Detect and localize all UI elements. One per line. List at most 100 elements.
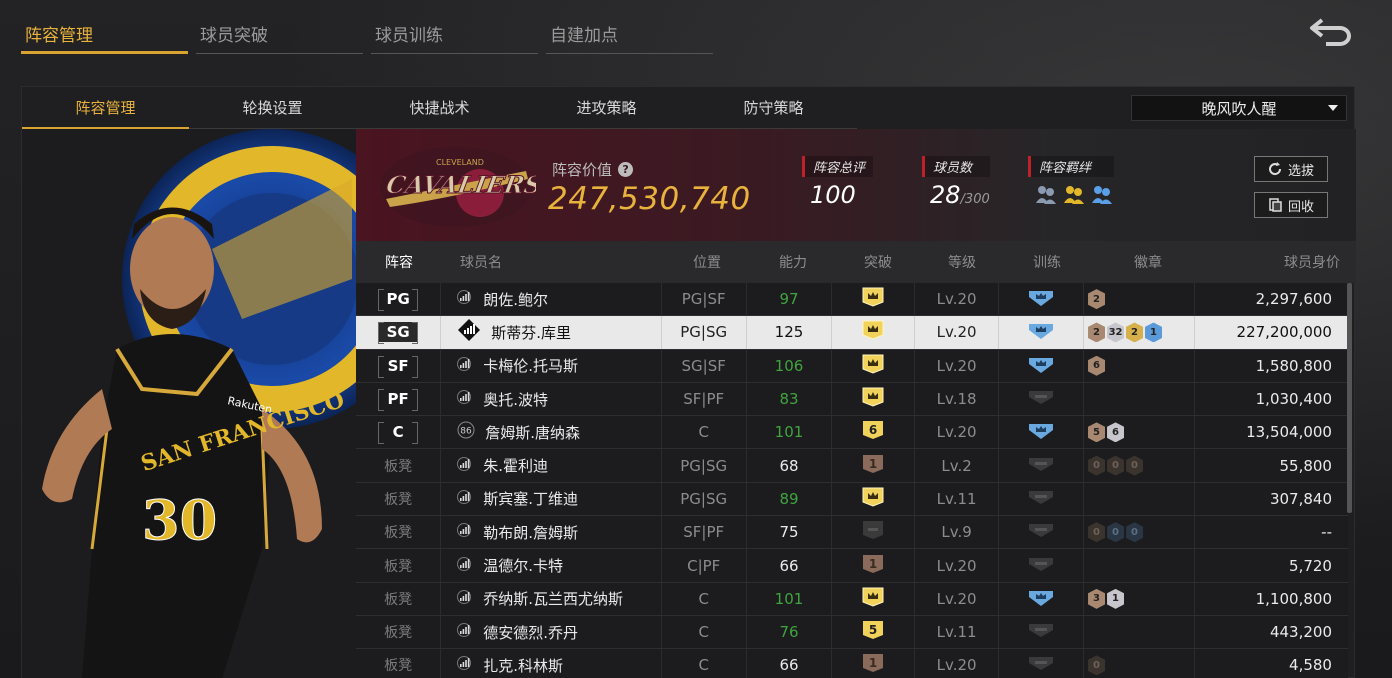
top-tab-lineup[interactable]: 阵容管理 — [21, 18, 188, 54]
cell-training[interactable] — [999, 482, 1085, 516]
cell-breakthrough[interactable] — [832, 516, 916, 549]
help-icon[interactable]: ? — [618, 162, 634, 177]
cell-badges[interactable]: 000 — [1084, 516, 1196, 549]
cell-training[interactable] — [999, 549, 1085, 582]
header-price[interactable]: 球员身价 — [1202, 241, 1356, 283]
cell-training[interactable] — [999, 615, 1085, 649]
cell-training[interactable] — [999, 649, 1085, 678]
cell-lineup[interactable]: 板凳 — [356, 649, 442, 678]
cell-breakthrough[interactable]: 5 — [832, 615, 916, 649]
cell-breakthrough[interactable] — [832, 349, 916, 382]
header-lineup[interactable]: 阵容 — [356, 241, 442, 283]
sub-tab-offense[interactable]: 进攻策略 — [523, 87, 690, 129]
cell-badges[interactable]: 2 32 2 1 — [1084, 316, 1196, 349]
cell-training[interactable] — [999, 316, 1085, 349]
table-row[interactable]: 板凳 乔纳斯.瓦兰西尤纳斯 C 101 Lv.20 3 1 1,100,800 — [356, 582, 1348, 616]
table-row[interactable]: 板凳 德安德烈.乔丹 C 76 5 Lv.11 443,200 — [356, 615, 1348, 650]
table-row[interactable]: SG 斯蒂芬.库里 PG|SG 125 Lv.20 2 32 2 1 227,200,000 — [356, 316, 1348, 350]
cell-breakthrough[interactable] — [832, 382, 916, 416]
cell-lineup[interactable]: SG — [356, 316, 442, 349]
table-row[interactable]: 板凳 扎克.科林斯 C 66 1 Lv.20 0 4,580 — [356, 649, 1348, 678]
header-level[interactable]: 等级 — [920, 241, 1004, 283]
top-tab-custom-points[interactable]: 自建加点 — [546, 18, 713, 54]
cell-breakthrough[interactable]: 6 — [832, 416, 916, 449]
cell-lineup[interactable]: 板凳 — [356, 482, 442, 516]
table-row[interactable]: PG 朗佐.鲍尔 PG|SF 97 Lv.20 2 2,297,600 — [356, 283, 1348, 317]
cell-player-name[interactable]: 朗佐.鲍尔 — [441, 283, 662, 316]
cell-badges[interactable]: 31 — [1084, 582, 1196, 615]
cell-lineup[interactable]: 板凳 — [356, 516, 442, 549]
table-row[interactable]: 板凳 勒布朗.詹姆斯 SF|PF 75 Lv.9 0 0 0 -- — [356, 516, 1348, 550]
cell-player-name[interactable]: 乔纳斯.瓦兰西尤纳斯 — [441, 582, 662, 615]
cell-lineup[interactable]: 板凳 — [356, 449, 442, 482]
cell-player-name[interactable]: 卡梅伦.托马斯 — [441, 349, 662, 382]
header-training[interactable]: 训练 — [1004, 241, 1090, 283]
bond-icons[interactable] — [1034, 183, 1114, 205]
cell-breakthrough[interactable]: 1 — [832, 649, 916, 678]
cell-badges[interactable]: 56 — [1084, 416, 1196, 449]
cell-player-name[interactable]: 朱.霍利迪 — [441, 449, 662, 482]
cell-breakthrough[interactable] — [832, 316, 916, 349]
cell-badges[interactable]: 0 — [1084, 649, 1196, 678]
sub-tab-lineup[interactable]: 阵容管理 — [22, 87, 189, 129]
cell-lineup[interactable]: 板凳 — [356, 582, 442, 615]
cell-training[interactable] — [999, 416, 1085, 449]
cell-player-name[interactable]: 德安德烈.乔丹 — [441, 615, 662, 649]
sub-tab-defense[interactable]: 防守策略 — [690, 87, 857, 129]
table-row[interactable]: SF 卡梅伦.托马斯 SG|SF 106 Lv.20 6 1,580,800 — [356, 349, 1348, 383]
recycle-button[interactable]: 回收 — [1254, 192, 1328, 218]
cell-training[interactable] — [999, 516, 1085, 549]
cavaliers-logo: CAVALIERS CLEVELAND — [380, 147, 536, 227]
cell-badges[interactable]: 2 — [1084, 283, 1196, 316]
table-row[interactable]: PF 奥托.波特 SF|PF 83 Lv.18 1,030,400 — [356, 382, 1348, 417]
sub-tab-quick-tactics[interactable]: 快捷战术 — [356, 87, 523, 129]
cell-badges[interactable] — [1084, 615, 1196, 649]
cell-badges[interactable] — [1084, 549, 1196, 582]
cell-breakthrough[interactable] — [832, 283, 916, 316]
scrollbar[interactable] — [1347, 283, 1352, 513]
top-tab-training[interactable]: 球员训练 — [371, 18, 538, 54]
cell-player-name[interactable]: 温德尔.卡特 — [441, 549, 662, 582]
header-position[interactable]: 位置 — [664, 241, 750, 283]
table-row[interactable]: C 86 詹姆斯.唐纳森 C 101 6 Lv.20 5 6 13,504,000 — [356, 416, 1348, 450]
cell-lineup[interactable]: PG — [356, 283, 442, 316]
cell-training[interactable] — [999, 582, 1085, 615]
cell-breakthrough[interactable] — [832, 582, 916, 615]
cell-training[interactable] — [999, 449, 1085, 482]
table-row[interactable]: 板凳 温德尔.卡特 C|PF 66 1 Lv.20 5,720 — [356, 549, 1348, 583]
cell-player-name[interactable]: 扎克.科林斯 — [441, 649, 662, 678]
header-badges[interactable]: 徽章 — [1090, 241, 1202, 283]
player-level-icon — [457, 623, 473, 641]
cell-player-name[interactable]: 86 詹姆斯.唐纳森 — [441, 416, 662, 449]
cell-training[interactable] — [999, 283, 1085, 316]
cell-price: 4,580 — [1289, 656, 1332, 675]
top-tab-bar: 阵容管理 球员突破 球员训练 自建加点 — [21, 18, 713, 54]
cell-player-name[interactable]: 勒布朗.詹姆斯 — [441, 516, 662, 549]
cell-training[interactable] — [999, 349, 1085, 382]
cell-lineup[interactable]: PF — [356, 382, 442, 416]
cell-badges[interactable]: 6 — [1084, 349, 1196, 382]
cell-badges[interactable] — [1084, 482, 1196, 516]
cell-breakthrough[interactable]: 1 — [832, 449, 916, 482]
back-button[interactable] — [1306, 14, 1356, 48]
cell-player-name[interactable]: 斯蒂芬.库里 — [441, 316, 662, 349]
cell-lineup[interactable]: C — [356, 416, 442, 449]
cell-lineup[interactable]: 板凳 — [356, 549, 442, 582]
top-tab-breakthrough[interactable]: 球员突破 — [196, 18, 363, 54]
cell-breakthrough[interactable] — [832, 482, 916, 516]
table-row[interactable]: 板凳 朱.霍利迪 PG|SG 68 1 Lv.2 0 0 0 55,800 — [356, 449, 1348, 483]
cell-badges[interactable] — [1084, 382, 1196, 416]
select-button[interactable]: 选拔 — [1254, 156, 1328, 182]
header-breakthrough[interactable]: 突破 — [836, 241, 920, 283]
sub-tab-rotation[interactable]: 轮换设置 — [189, 87, 356, 129]
cell-training[interactable] — [999, 382, 1085, 416]
cell-lineup[interactable]: SF — [356, 349, 442, 382]
table-row[interactable]: 板凳 斯宾塞.丁维迪 PG|SG 89 Lv.11 307,840 — [356, 482, 1348, 517]
lineup-dropdown[interactable]: 晚风吹人醒 — [1131, 95, 1347, 121]
header-ability[interactable]: 能力 — [750, 241, 836, 283]
cell-lineup[interactable]: 板凳 — [356, 615, 442, 649]
cell-breakthrough[interactable]: 1 — [832, 549, 916, 582]
cell-player-name[interactable]: 奥托.波特 — [441, 382, 662, 416]
cell-player-name[interactable]: 斯宾塞.丁维迪 — [441, 482, 662, 516]
cell-badges[interactable]: 000 — [1084, 449, 1196, 482]
